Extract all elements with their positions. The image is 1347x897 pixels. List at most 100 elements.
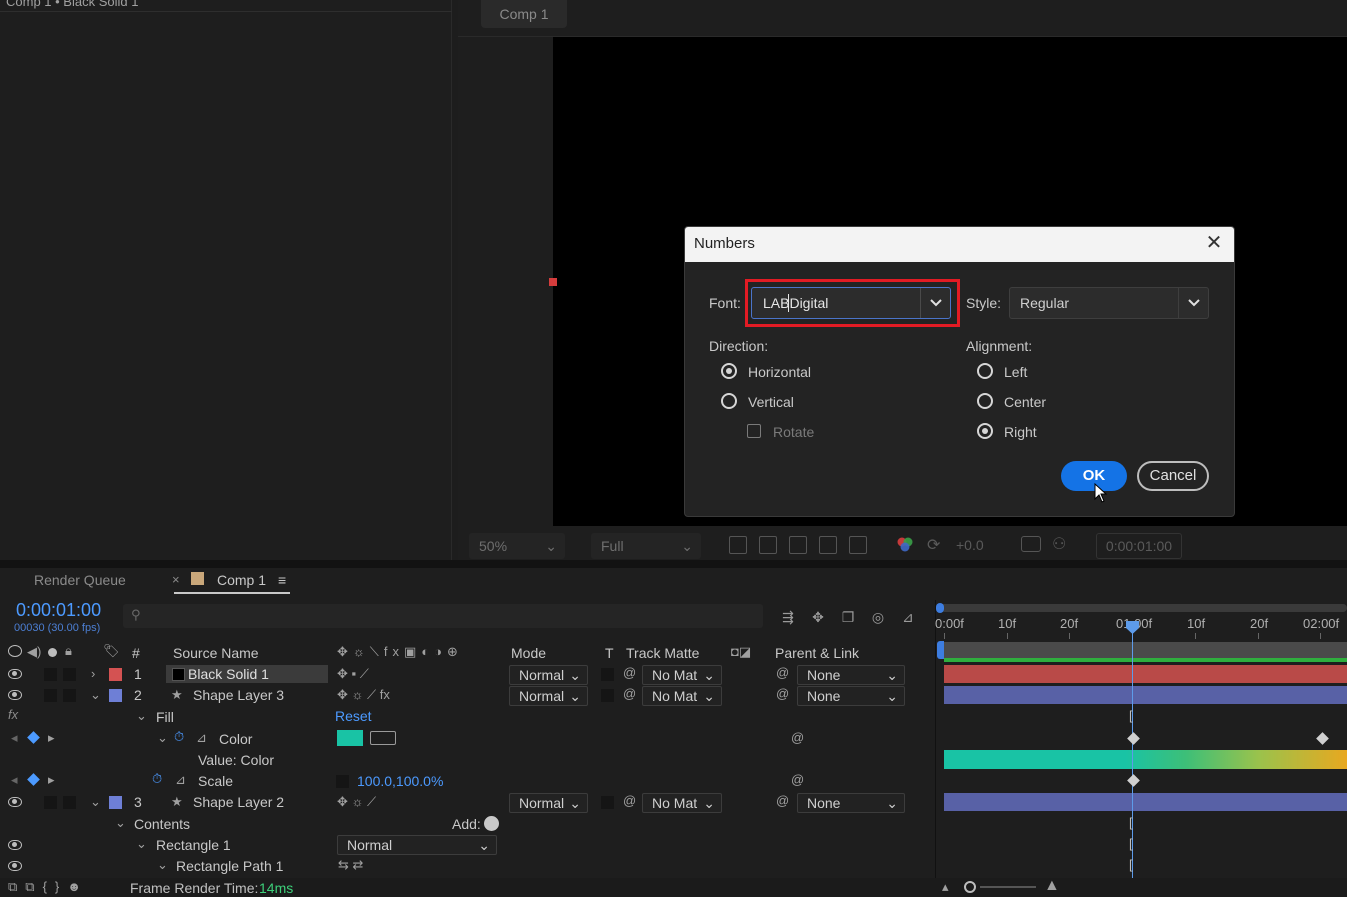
eye-icon[interactable] xyxy=(8,797,22,807)
chevron-down-icon[interactable]: ⌄ xyxy=(157,857,168,873)
snapshot-icon[interactable] xyxy=(1021,536,1041,552)
font-input-value[interactable]: LABDigital xyxy=(763,295,828,311)
graph-icon[interactable]: ⊿ xyxy=(196,730,207,746)
preserve-transparency-toggle[interactable] xyxy=(601,668,614,681)
panel-menu-icon[interactable]: ≡ xyxy=(278,572,286,588)
shy-layers-icon[interactable]: ❐ xyxy=(839,609,857,627)
layer-1-duration-bar[interactable] xyxy=(944,665,1347,683)
track-matte-select[interactable]: No Mat ⌄ xyxy=(642,793,722,813)
work-area-start-handle[interactable] xyxy=(937,641,944,659)
viewer-current-time[interactable]: 0:00:01:00 xyxy=(1096,533,1182,559)
motion-blur-icon[interactable]: ◎ xyxy=(869,609,887,627)
zoom-slider-track[interactable] xyxy=(980,886,1036,888)
close-icon[interactable]: × xyxy=(172,572,180,587)
color-property-label[interactable]: Color xyxy=(219,731,252,747)
rectangle-path-label[interactable]: Rectangle Path 1 xyxy=(176,858,283,874)
draft-3d-icon[interactable]: ✥ xyxy=(809,609,827,627)
add-menu-icon[interactable] xyxy=(484,816,499,831)
lock-column-icon[interactable]: 🔒︎ xyxy=(65,643,72,659)
layer-name[interactable]: Black Solid 1 xyxy=(166,665,328,683)
track-matte-select[interactable]: No Mat ⌄ xyxy=(642,686,722,706)
radio-right[interactable] xyxy=(977,423,993,439)
audio-column-icon[interactable]: ◀) xyxy=(27,644,41,660)
stopwatch-icon[interactable]: ⏱ xyxy=(174,729,184,745)
panel-splitter[interactable] xyxy=(0,560,1347,568)
switches-row-icons[interactable]: ✥ ▪ ⟋ xyxy=(337,666,369,682)
parent-pickwhip-icon[interactable]: @ xyxy=(776,665,789,680)
radio-left[interactable] xyxy=(977,363,993,379)
resolution-select[interactable]: Full ⌄ xyxy=(591,533,701,559)
radio-vertical[interactable] xyxy=(721,393,737,409)
radio-center[interactable] xyxy=(977,393,993,409)
chevron-down-icon[interactable]: ⌄ xyxy=(136,836,147,852)
radio-horizontal[interactable] xyxy=(721,363,737,379)
color-channels-icon[interactable] xyxy=(896,535,914,553)
zoom-select[interactable]: 50% ⌄ xyxy=(469,533,565,559)
time-navigator-bar[interactable] xyxy=(940,604,1347,612)
layer-name[interactable]: Shape Layer 2 xyxy=(193,794,284,810)
mode-select[interactable]: Normal ⌄ xyxy=(509,686,588,706)
chevron-down-icon[interactable]: ⌄ xyxy=(136,708,147,724)
layer-label-color[interactable] xyxy=(109,796,122,809)
transparency-grid-icon[interactable] xyxy=(759,536,777,554)
solo-toggle[interactable] xyxy=(44,796,57,809)
blend-mode-select[interactable]: Normal ⌄ xyxy=(337,835,497,855)
work-area-bar[interactable] xyxy=(944,642,1347,658)
label-tag-icon[interactable]: 🏷︎ xyxy=(103,643,120,659)
parent-select[interactable]: None ⌄ xyxy=(797,793,905,813)
layer-3-duration-bar[interactable] xyxy=(944,793,1347,811)
next-keyframe-icon[interactable]: ▸ xyxy=(48,772,55,788)
tab-comp-1[interactable]: Comp 1 xyxy=(481,0,567,28)
lock-toggle[interactable] xyxy=(63,689,76,702)
expression-pickwhip-icon[interactable]: @ xyxy=(791,772,804,787)
zoom-in-icon[interactable]: ▲ xyxy=(1044,877,1060,895)
preserve-transparency-toggle[interactable] xyxy=(601,796,614,809)
solo-column-icon[interactable] xyxy=(48,648,57,657)
style-dropdown-button[interactable] xyxy=(1178,288,1208,318)
rectangle-group-label[interactable]: Rectangle 1 xyxy=(156,837,231,853)
pickwhip-icon[interactable]: @ xyxy=(623,793,636,808)
chevron-right-icon[interactable]: › xyxy=(91,666,95,681)
constrain-proportions-toggle[interactable] xyxy=(336,775,349,788)
parent-select[interactable]: None ⌄ xyxy=(797,686,905,706)
rotate-checkbox[interactable] xyxy=(747,424,761,438)
lock-toggle[interactable] xyxy=(63,668,76,681)
font-dropdown-button[interactable] xyxy=(920,288,950,318)
tab-render-queue[interactable]: Render Queue xyxy=(34,572,126,588)
mask-path-icon[interactable] xyxy=(789,536,807,554)
timeline-search-input[interactable] xyxy=(123,604,763,628)
parent-pickwhip-icon[interactable]: @ xyxy=(776,686,789,701)
pickwhip-icon[interactable]: @ xyxy=(623,665,636,680)
tab-comp-1-timeline[interactable]: Comp 1 xyxy=(217,572,266,588)
prev-keyframe-icon[interactable]: ◂ xyxy=(11,772,18,788)
graph-editor-icon[interactable]: ⊿ xyxy=(899,609,917,627)
radio-vertical-label[interactable]: Vertical xyxy=(748,394,794,410)
eye-icon[interactable] xyxy=(8,690,22,700)
parent-select[interactable]: None ⌄ xyxy=(797,665,905,685)
color-swatch[interactable] xyxy=(337,730,363,746)
radio-right-label[interactable]: Right xyxy=(1004,424,1037,440)
preserve-transparency-toggle[interactable] xyxy=(601,689,614,702)
switches-row-icons[interactable]: ✥ ☼ ⟋ fx xyxy=(337,687,390,703)
effect-fill-label[interactable]: Fill xyxy=(156,709,174,725)
timeline-current-time[interactable]: 0:00:01:00 xyxy=(16,600,101,621)
mode-select[interactable]: Normal ⌄ xyxy=(509,793,588,813)
chevron-down-icon[interactable]: ⌄ xyxy=(90,687,101,703)
scale-value[interactable]: 100.0,100.0% xyxy=(357,773,443,789)
eye-icon[interactable] xyxy=(8,669,22,679)
fx-icon[interactable]: fx xyxy=(8,707,18,722)
cancel-button[interactable]: Cancel xyxy=(1137,461,1209,491)
chevron-down-icon[interactable]: ⌄ xyxy=(157,730,168,746)
scale-property-label[interactable]: Scale xyxy=(198,773,233,789)
zoom-slider-handle[interactable] xyxy=(964,881,976,893)
layer-label-color[interactable] xyxy=(109,668,122,681)
close-icon[interactable]: ✕ xyxy=(1204,232,1224,254)
column-source-name-header[interactable]: Source Name xyxy=(173,645,259,661)
layer-anchor-marker[interactable] xyxy=(549,278,557,286)
expression-pickwhip-icon[interactable]: @ xyxy=(791,730,804,745)
3d-view-icon[interactable] xyxy=(819,536,837,554)
zoom-out-icon[interactable]: ▴ xyxy=(942,879,949,895)
grid-guides-icon[interactable] xyxy=(849,536,867,554)
time-navigator-start-handle[interactable] xyxy=(936,603,944,613)
pickwhip-icon[interactable]: @ xyxy=(623,686,636,701)
